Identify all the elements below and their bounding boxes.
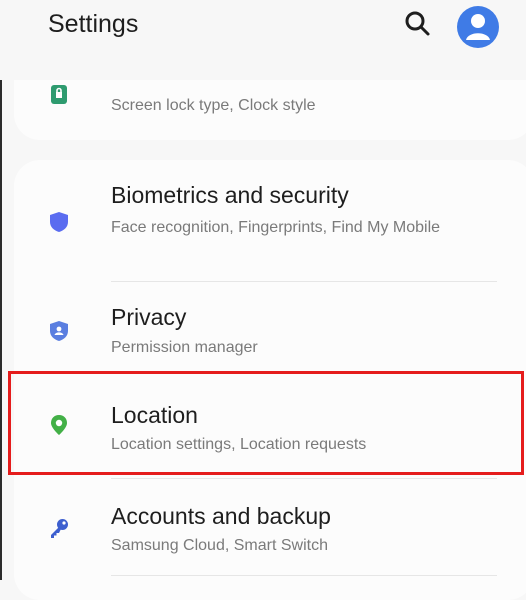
lock-screen-icon (51, 85, 67, 104)
account-avatar-icon[interactable] (455, 4, 501, 50)
app-header: Settings (0, 0, 526, 80)
settings-item-title: Biometrics and security (111, 182, 349, 208)
divider (111, 281, 497, 282)
settings-item-biometrics-security[interactable]: Biometrics and security Face recognition… (14, 180, 526, 275)
settings-item-title: Location (111, 402, 198, 428)
window-edge (0, 0, 2, 580)
settings-item-title: Privacy (111, 304, 187, 330)
divider (111, 575, 497, 576)
shield-icon (50, 212, 68, 232)
settings-item-subtitle: Permission manager (111, 339, 258, 356)
settings-item-title: Accounts and backup (111, 503, 331, 529)
settings-item-subtitle: Location settings, Location requests (111, 436, 367, 453)
settings-item-subtitle: Samsung Cloud, Smart Switch (111, 537, 328, 554)
privacy-shield-icon (50, 321, 68, 341)
settings-item-privacy[interactable]: Privacy Permission manager (14, 300, 526, 370)
location-pin-icon (51, 415, 67, 435)
settings-item-subtitle: Face recognition, Fingerprints, Find My … (111, 219, 441, 236)
key-icon (51, 519, 68, 538)
search-icon[interactable] (402, 8, 432, 38)
settings-item-accounts-backup[interactable]: Accounts and backup Samsung Cloud, Smart… (14, 495, 526, 565)
page-title: Settings (48, 10, 139, 38)
settings-item-subtitle: Screen lock type, Clock style (111, 97, 316, 114)
settings-item-location[interactable]: Location Location settings, Location req… (14, 390, 526, 460)
divider (111, 478, 497, 479)
